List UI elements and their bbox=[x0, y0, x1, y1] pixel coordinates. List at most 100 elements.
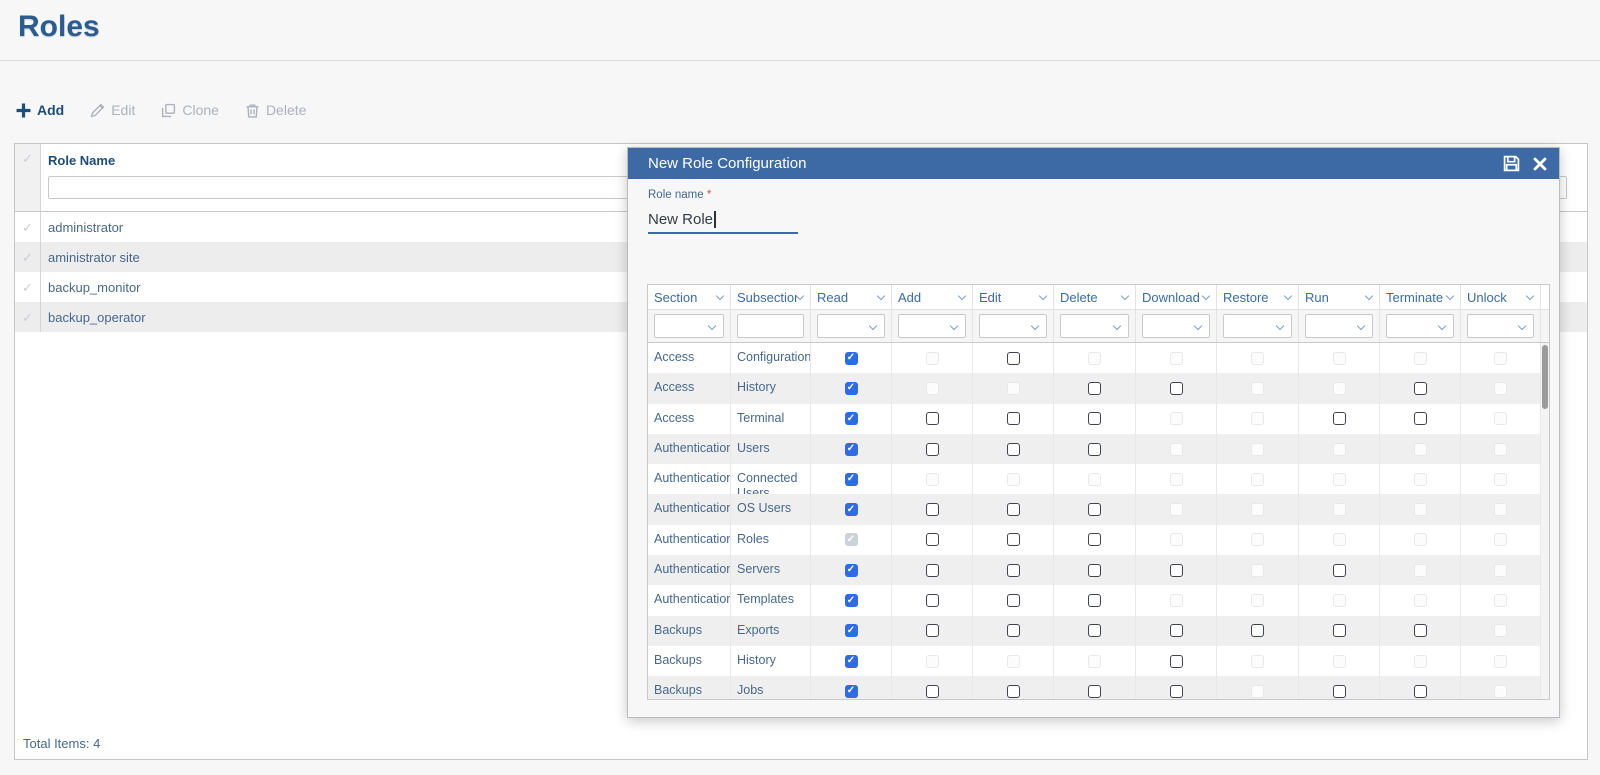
perm-checkbox[interactable] bbox=[1169, 624, 1183, 638]
column-header-read[interactable]: Read bbox=[811, 285, 892, 309]
column-header-delete[interactable]: Delete bbox=[1054, 285, 1136, 309]
perm-checkbox[interactable] bbox=[925, 533, 939, 547]
perm-checkbox[interactable] bbox=[1088, 594, 1101, 608]
table-scrollbar[interactable] bbox=[1541, 343, 1549, 699]
perm-checkbox[interactable] bbox=[1169, 563, 1183, 577]
new-role-dialog: New Role Configuration Role name * New R… bbox=[627, 147, 1560, 718]
role-name-input[interactable]: New Role bbox=[648, 206, 798, 234]
filter-select[interactable] bbox=[979, 314, 1047, 338]
row-checkbox[interactable]: ✓ bbox=[15, 242, 41, 272]
column-header-download[interactable]: Download .. bbox=[1136, 285, 1217, 309]
perm-checkbox[interactable] bbox=[925, 624, 939, 638]
perm-checkbox[interactable]: ✓ bbox=[844, 472, 858, 486]
perm-checkbox[interactable] bbox=[1088, 684, 1101, 698]
filter-select[interactable] bbox=[1467, 314, 1534, 338]
filter-select[interactable] bbox=[1386, 314, 1454, 338]
perm-checkbox[interactable] bbox=[1006, 563, 1020, 577]
perm-checkbox[interactable] bbox=[1006, 624, 1020, 638]
check-icon: ✓ bbox=[22, 151, 33, 166]
perm-checkbox[interactable] bbox=[1413, 381, 1427, 395]
scrollbar-thumb[interactable] bbox=[1542, 345, 1548, 409]
perm-checkbox[interactable]: ✓ bbox=[844, 594, 858, 608]
edit-button[interactable]: Edit bbox=[90, 102, 135, 118]
delete-button-label: Delete bbox=[265, 102, 307, 118]
column-header-section[interactable]: Section bbox=[648, 285, 731, 309]
perm-checkbox[interactable] bbox=[1006, 503, 1020, 517]
perm-checkbox[interactable] bbox=[1088, 503, 1101, 517]
column-header-restore[interactable]: Restore bbox=[1217, 285, 1299, 309]
perm-checkbox[interactable] bbox=[1088, 624, 1101, 638]
filter-select[interactable] bbox=[1223, 314, 1292, 338]
chevron-down-icon bbox=[795, 291, 805, 300]
perm-checkbox[interactable] bbox=[1006, 442, 1020, 456]
perm-checkbox[interactable]: ✓ bbox=[844, 351, 858, 365]
column-header-edit[interactable]: Edit bbox=[973, 285, 1054, 309]
perm-checkbox[interactable] bbox=[1332, 624, 1346, 638]
perm-checkbox[interactable] bbox=[1006, 684, 1020, 698]
row-checkbox[interactable]: ✓ bbox=[15, 302, 41, 332]
filter-select[interactable] bbox=[817, 314, 885, 338]
add-button[interactable]: Add bbox=[16, 102, 64, 118]
perm-cell-read: ✓ bbox=[811, 403, 892, 434]
perm-checkbox[interactable] bbox=[1251, 624, 1264, 638]
perm-checkbox[interactable] bbox=[1088, 381, 1101, 395]
perm-checkbox[interactable] bbox=[1413, 684, 1427, 698]
perm-checkbox[interactable] bbox=[1088, 442, 1101, 456]
column-header-unlock[interactable]: Unlock bbox=[1461, 285, 1541, 309]
perm-checkbox[interactable] bbox=[925, 412, 939, 426]
perm-checkbox[interactable] bbox=[1006, 412, 1020, 426]
filter-select[interactable] bbox=[898, 314, 966, 338]
perm-checkbox[interactable] bbox=[1006, 351, 1020, 365]
perm-checkbox[interactable] bbox=[1088, 563, 1101, 577]
clone-button[interactable]: Clone bbox=[161, 102, 219, 118]
filter-select[interactable] bbox=[654, 314, 724, 338]
column-header-label: Read bbox=[817, 289, 849, 305]
column-header-terminate[interactable]: Terminate .. bbox=[1380, 285, 1461, 309]
chevron-down-icon bbox=[715, 291, 725, 300]
filter-select[interactable] bbox=[1305, 314, 1373, 338]
subsection-cell: Servers bbox=[731, 555, 811, 586]
perm-checkbox[interactable]: ✓ bbox=[844, 503, 858, 517]
perm-checkbox[interactable] bbox=[1413, 412, 1427, 426]
perm-checkbox[interactable] bbox=[1169, 684, 1183, 698]
perm-checkbox[interactable]: ✓ bbox=[844, 442, 858, 456]
select-all-checkbox[interactable]: ✓ bbox=[15, 144, 41, 211]
filter-select[interactable] bbox=[1060, 314, 1129, 338]
column-header-subsection[interactable]: Subsection .. bbox=[731, 285, 811, 309]
save-button[interactable] bbox=[1503, 155, 1520, 172]
perm-checkbox[interactable] bbox=[925, 684, 939, 698]
perm-checkbox[interactable] bbox=[1006, 594, 1020, 608]
perm-checkbox[interactable]: ✓ bbox=[844, 381, 858, 395]
perm-checkbox[interactable] bbox=[1169, 381, 1183, 395]
perm-checkbox[interactable] bbox=[1169, 654, 1183, 668]
perm-checkbox[interactable]: ✓ bbox=[844, 563, 858, 577]
close-button[interactable] bbox=[1533, 157, 1547, 171]
delete-button[interactable]: Delete bbox=[245, 102, 306, 118]
filter-select[interactable] bbox=[1142, 314, 1210, 338]
perm-checkbox[interactable] bbox=[1332, 412, 1346, 426]
perm-checkbox[interactable] bbox=[925, 594, 939, 608]
perm-checkbox[interactable] bbox=[1332, 563, 1346, 577]
perm-cell-run bbox=[1299, 676, 1380, 699]
row-checkbox[interactable]: ✓ bbox=[15, 212, 41, 242]
perm-checkbox[interactable]: ✓ bbox=[844, 624, 858, 638]
perm-cell-add bbox=[892, 555, 973, 586]
perm-checkbox[interactable] bbox=[1332, 684, 1346, 698]
column-header-run[interactable]: Run bbox=[1299, 285, 1380, 309]
row-checkbox[interactable]: ✓ bbox=[15, 272, 41, 302]
perm-checkbox[interactable] bbox=[1088, 533, 1101, 547]
perm-checkbox[interactable]: ✓ bbox=[844, 684, 858, 698]
chevron-down-icon bbox=[868, 321, 878, 331]
perm-checkbox[interactable] bbox=[925, 563, 939, 577]
perm-checkbox[interactable] bbox=[1006, 533, 1020, 547]
perm-checkbox[interactable]: ✓ bbox=[844, 412, 858, 426]
filter-input[interactable] bbox=[737, 314, 804, 338]
perm-checkbox[interactable] bbox=[1088, 412, 1101, 426]
perm-checkbox[interactable] bbox=[925, 503, 939, 517]
column-header-add[interactable]: Add bbox=[892, 285, 973, 309]
table-row: Authentication Roles ✓ bbox=[648, 524, 1541, 556]
perm-checkbox[interactable] bbox=[1413, 624, 1427, 638]
table-row: Authentication Users ✓ bbox=[648, 433, 1541, 465]
perm-checkbox[interactable] bbox=[925, 442, 939, 456]
perm-checkbox[interactable]: ✓ bbox=[844, 654, 858, 668]
